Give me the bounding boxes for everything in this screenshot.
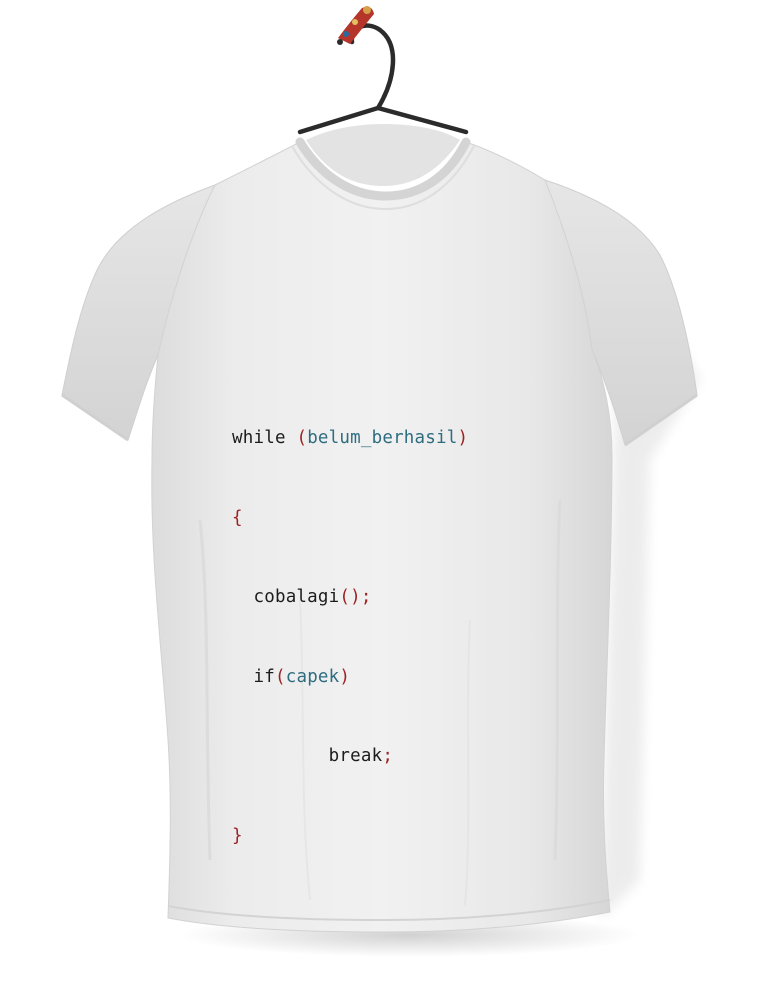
close-brace: }	[232, 825, 243, 846]
open-paren: (	[296, 428, 308, 448]
keyword-if: if	[253, 666, 275, 687]
hanger	[297, 6, 469, 135]
condition-capek: capek	[285, 666, 340, 687]
code-line-6: }	[232, 823, 468, 850]
code-print: while (belum_berhasil) { cobalagi(); if(…	[232, 372, 468, 902]
call-parens: ()	[339, 587, 361, 607]
open-brace: {	[232, 507, 243, 528]
semicolon: ;	[382, 746, 394, 766]
keyword-break: break	[328, 746, 383, 766]
call-cobalagi: cobalagi	[253, 587, 340, 607]
semicolon: ;	[360, 587, 372, 607]
keyword-while: while	[232, 428, 286, 448]
close-paren: )	[339, 666, 351, 687]
open-paren: (	[274, 666, 286, 687]
condition-belum-berhasil: belum_berhasil	[307, 428, 458, 448]
code-line-5: break;	[232, 743, 468, 770]
code-line-2: {	[232, 505, 468, 532]
product-photo: while (belum_berhasil) { cobalagi(); if(…	[0, 0, 777, 1000]
code-line-1: while (belum_berhasil)	[232, 425, 468, 452]
code-line-4: if(capek)	[232, 664, 468, 691]
code-line-3: cobalagi();	[232, 584, 468, 611]
close-paren: )	[457, 428, 469, 448]
